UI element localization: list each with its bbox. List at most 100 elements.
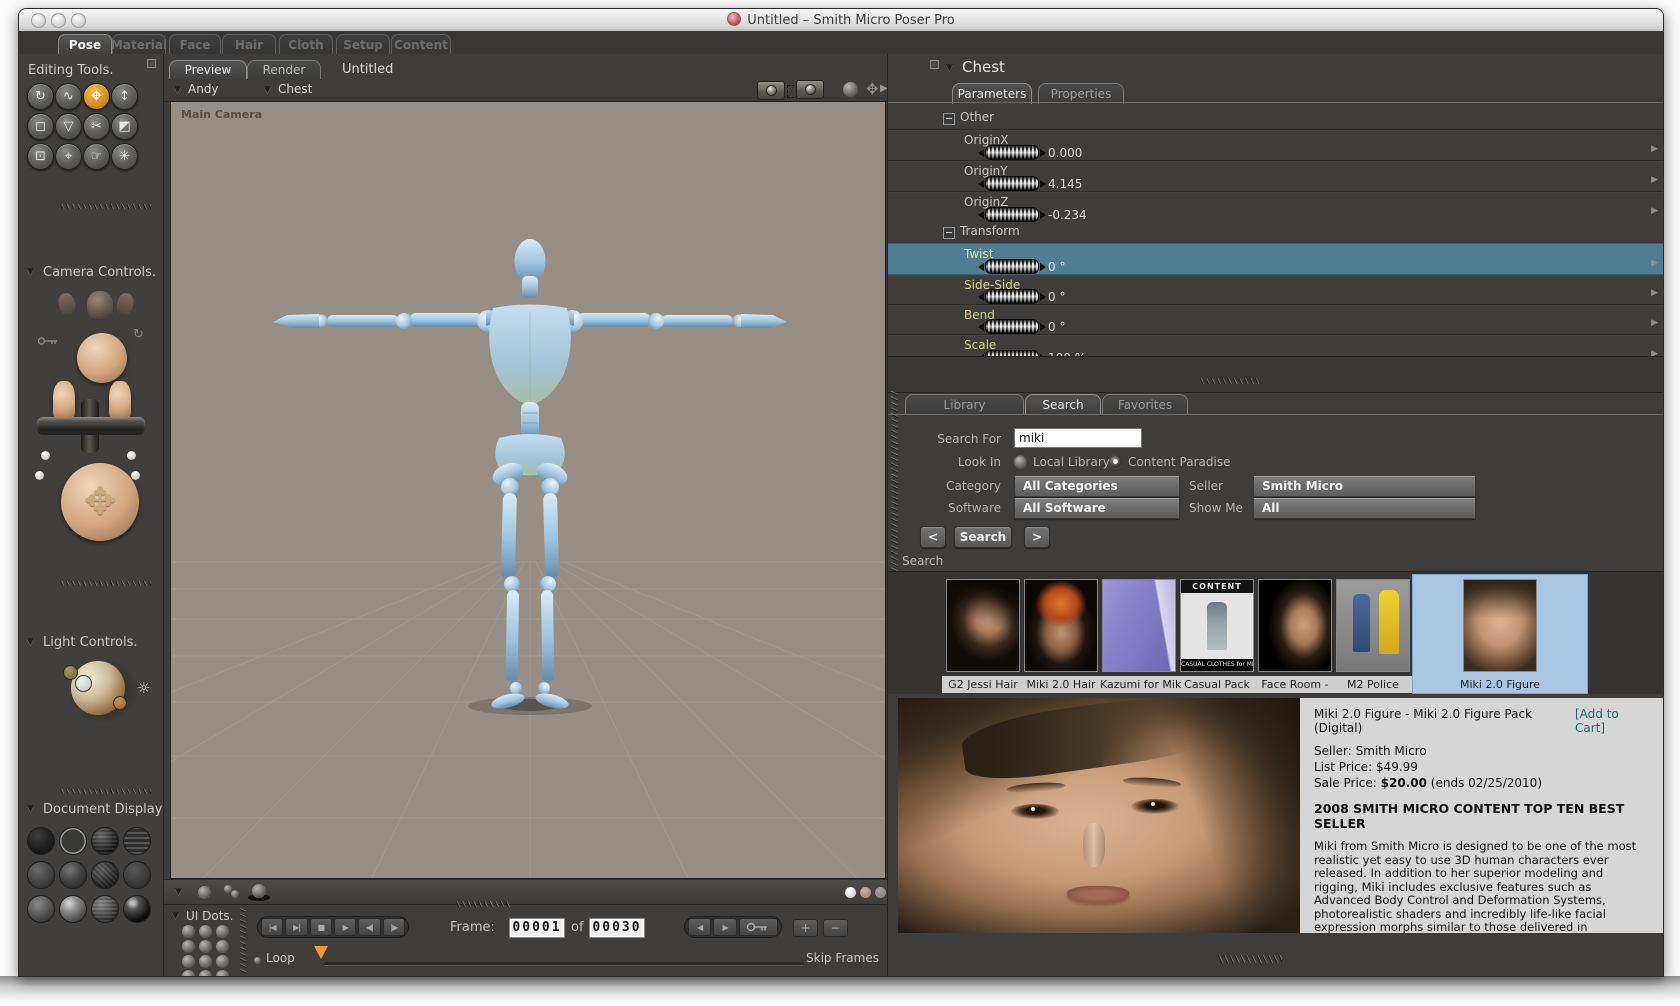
move-plane-icon[interactable]: ✥ [866, 80, 879, 98]
result-thumbnail-kazumi[interactable] [1102, 579, 1176, 672]
play-button[interactable]: ▶ [333, 918, 357, 936]
scale-tool-icon[interactable]: ◻ [27, 113, 54, 140]
figure-menu-triangle-icon[interactable]: ▼ [174, 85, 181, 95]
row-expand-arrow-icon[interactable]: ▶ [1651, 206, 1658, 216]
display-style-outline-icon[interactable] [59, 827, 87, 855]
result-thumbnail-g2-jessi-hair[interactable] [946, 579, 1020, 672]
ui-dot[interactable] [216, 925, 229, 938]
originy-value[interactable]: 4.145 [1048, 177, 1082, 191]
panel-resize-handle[interactable] [1199, 378, 1259, 384]
left-hand-control-icon[interactable] [53, 381, 75, 421]
ui-dot[interactable] [182, 940, 195, 953]
translate-tool-icon[interactable]: ✥ [83, 83, 110, 110]
title-bar[interactable]: Untitled – Smith Micro Poser Pro [19, 9, 1663, 32]
skip-frames-label[interactable]: Skip Frames [806, 951, 879, 965]
depth-cue-ball-icon[interactable] [198, 886, 211, 899]
tracking-dot-icon[interactable] [845, 887, 856, 898]
display-style-smooth-shaded-icon[interactable] [27, 895, 55, 923]
tab-preview[interactable]: Preview [169, 60, 247, 79]
display-style-smooth-lined-icon[interactable] [59, 895, 87, 923]
step-forward-button[interactable]: |▶ [382, 918, 405, 936]
result-label-selected[interactable]: Miki 2.0 Figure [1418, 676, 1582, 693]
morph-tool-icon[interactable]: ⊡ [27, 143, 54, 170]
ui-dot[interactable] [199, 970, 212, 976]
camera-ball-icon[interactable] [41, 451, 50, 460]
first-frame-button[interactable]: |◀ [261, 918, 284, 936]
next-key-button[interactable]: ▶ [713, 918, 737, 936]
twist-tool-icon[interactable]: ∿ [55, 83, 82, 110]
add-to-cart-link[interactable]: [Add to Cart] [1575, 707, 1650, 735]
right-hand-control-icon[interactable] [109, 381, 131, 421]
content-paradise-radio[interactable] [1109, 455, 1122, 468]
result-thumbnail-face-room[interactable] [1258, 579, 1332, 672]
camera-ball-icon[interactable] [131, 471, 140, 480]
display-style-hidden-line-icon[interactable] [123, 827, 151, 855]
shadow-ball-icon[interactable] [252, 884, 266, 898]
ui-dot[interactable] [182, 970, 195, 976]
ui-dot[interactable] [199, 940, 212, 953]
loop-label[interactable]: Loop [266, 951, 295, 965]
bend-dial[interactable] [974, 319, 1050, 334]
key-camera-icon[interactable] [37, 331, 59, 345]
row-expand-arrow-icon[interactable]: ▶ [1651, 288, 1658, 298]
color-tool-icon[interactable]: ◩ [111, 113, 138, 140]
result-label[interactable]: Kazumi for Miki [1100, 676, 1182, 693]
right-hand-camera-icon[interactable] [114, 291, 136, 317]
left-hand-camera-icon[interactable] [56, 291, 78, 317]
tab-hair[interactable]: Hair [222, 34, 276, 54]
result-label[interactable]: G2 Jessi Hair [944, 676, 1022, 693]
display-style-silhouette-icon[interactable] [27, 827, 55, 855]
category-select[interactable]: All Categories [1014, 476, 1180, 497]
search-input[interactable] [1014, 428, 1142, 448]
result-thumbnail-casual-pack[interactable]: CONTENT CASUAL CLOTHES for MIKI [1180, 579, 1254, 672]
side-side-dial[interactable] [974, 289, 1050, 304]
tab-pose[interactable]: Pose [58, 34, 112, 54]
camera-ball-icon[interactable] [35, 471, 44, 480]
local-library-label[interactable]: Local Library [1033, 455, 1110, 469]
display-style-texture-shaded-icon[interactable] [91, 895, 119, 923]
dial-row-twist[interactable]: Twist 0 ° ▶ [888, 243, 1663, 275]
tab-library[interactable]: Library [905, 394, 1024, 415]
twist-value[interactable]: 0 ° [1048, 260, 1065, 274]
ui-dot[interactable] [182, 955, 195, 968]
chain-break-tool-icon[interactable]: ✂ [83, 113, 110, 140]
collapse-triangle-icon[interactable]: ▼ [27, 804, 34, 814]
ui-dot[interactable] [216, 940, 229, 953]
actor-menu-triangle-icon[interactable]: ▼ [946, 63, 953, 73]
previous-page-button[interactable]: < [920, 526, 946, 548]
group-collapse-box[interactable] [943, 227, 955, 239]
tracking-dot-icon[interactable] [860, 887, 871, 898]
camera-ball-icon[interactable] [127, 451, 136, 460]
collapse-triangle-icon[interactable]: ▼ [27, 637, 34, 647]
tab-parameters[interactable]: Parameters [952, 83, 1032, 104]
step-back-button[interactable]: ◀| [358, 918, 381, 936]
total-frames-field[interactable]: 00030 [589, 918, 645, 938]
rotate-tool-icon[interactable]: ↻ [27, 83, 54, 110]
flash-camera-icon[interactable] [796, 80, 824, 99]
ui-dots-triangle-icon[interactable]: ▼ [172, 911, 179, 921]
search-button[interactable]: Search [954, 526, 1012, 548]
tab-cloth[interactable]: Cloth [279, 34, 333, 54]
row-expand-arrow-icon[interactable]: ▶ [1651, 175, 1658, 185]
footer-menu-triangle-icon[interactable]: ▼ [175, 887, 182, 897]
originz-dial[interactable] [974, 207, 1050, 222]
tracking-dot-icon[interactable] [875, 887, 886, 898]
originy-dial[interactable] [974, 176, 1050, 191]
row-expand-arrow-icon[interactable]: ▶ [1651, 318, 1658, 328]
tab-properties[interactable]: Properties [1038, 83, 1124, 104]
side-side-value[interactable]: 0 ° [1048, 290, 1065, 304]
vertical-resize-handle[interactable] [240, 908, 246, 974]
actor-menu-triangle-icon[interactable]: ▼ [264, 85, 271, 95]
software-select[interactable]: All Software [1014, 498, 1180, 519]
multi-ball-icon[interactable] [231, 890, 239, 898]
panel-collapse-icon[interactable] [930, 60, 939, 69]
current-frame-field[interactable]: 00001 [509, 918, 565, 938]
tab-setup[interactable]: Setup [336, 34, 390, 54]
stop-button[interactable]: ■ [309, 918, 332, 936]
grouping-tool-icon[interactable]: ☞ [83, 143, 110, 170]
result-thumbnail-m2-police[interactable] [1336, 579, 1410, 672]
row-expand-arrow-icon[interactable]: ▶ [1651, 349, 1658, 356]
collapse-triangle-icon[interactable]: ▼ [27, 267, 34, 277]
translate-in-out-tool-icon[interactable]: ↕ [111, 83, 138, 110]
display-style-wireframe-icon[interactable] [91, 827, 119, 855]
